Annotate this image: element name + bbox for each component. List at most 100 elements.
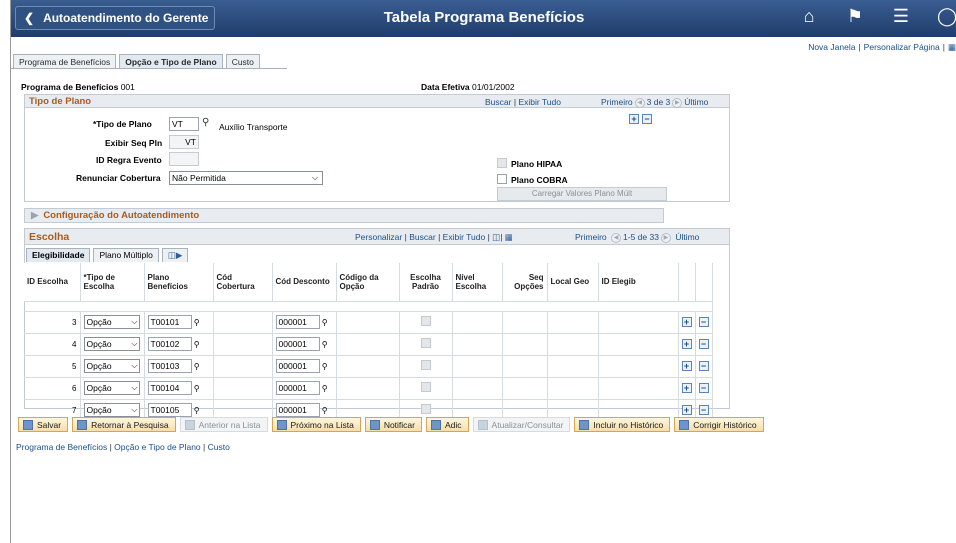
last-link[interactable]: Último — [675, 232, 699, 242]
tab-cost[interactable]: Custo — [225, 54, 260, 69]
update-display-button[interactable]: Atualizar/Consultar — [472, 417, 571, 432]
tab-eligibility[interactable]: Elegibilidade — [26, 248, 91, 262]
view-all-link[interactable]: Exibir Tudo — [518, 97, 561, 107]
add-row-icon[interactable]: + — [681, 383, 692, 393]
default-choice-cell — [399, 376, 453, 399]
lookup-icon[interactable]: ⚲ — [194, 406, 200, 415]
lookup-icon[interactable]: ⚲ — [194, 362, 200, 371]
view-all-link[interactable]: Exibir Tudo — [443, 232, 486, 242]
lookup-icon[interactable]: ⚲ — [322, 406, 328, 415]
tab-option-plan-type[interactable]: Opção e Tipo de Plano — [119, 54, 223, 69]
choice-type-select[interactable]: Opção ⌵ — [83, 359, 140, 373]
lookup-icon[interactable]: ⚲ — [322, 340, 328, 349]
add-row-icon[interactable]: + — [681, 339, 692, 349]
deduction-code-input[interactable]: 000001 — [275, 381, 320, 395]
benefit-plan-input[interactable]: T00104 — [147, 381, 192, 395]
bottom-link-benefit-program[interactable]: Programa de Benefícios — [16, 442, 107, 452]
bottom-link-cost[interactable]: Custo — [208, 442, 230, 452]
pager-count: 3 de 3 — [646, 97, 671, 107]
add-row-icon[interactable]: + — [681, 405, 692, 416]
config-section[interactable]: ▶ Configuração do Autoatendimento — [24, 208, 664, 223]
option-code-cell — [336, 310, 400, 333]
delete-row-icon[interactable]: − — [698, 405, 709, 416]
lookup-icon[interactable]: ⚲ — [322, 384, 328, 393]
next-in-list-button[interactable]: Próximo na Lista — [271, 417, 361, 432]
delete-row-icon[interactable]: − — [698, 383, 709, 393]
hipaa-checkbox[interactable] — [497, 158, 507, 168]
menu-icon[interactable]: ☰ — [891, 6, 911, 27]
lookup-icon[interactable]: ⚲ — [194, 318, 200, 327]
download-icon[interactable]: ▦ — [505, 232, 513, 242]
tab-benefit-program[interactable]: Programa de Benefícios — [13, 54, 117, 69]
flag-icon[interactable]: ⚑ — [845, 6, 865, 27]
benefit-plan-cell: T00103 ⚲ — [144, 354, 214, 377]
benefit-plan-input[interactable]: T00102 — [147, 337, 192, 351]
load-multi-plan-button[interactable]: Carregar Valores Plano Múlt — [497, 187, 667, 201]
default-choice-checkbox[interactable] — [420, 316, 431, 326]
save-button[interactable]: Salvar — [18, 417, 69, 432]
compass-icon[interactable]: ◯ — [937, 6, 956, 27]
delete-row-icon[interactable]: − — [698, 361, 709, 371]
default-choice-checkbox[interactable] — [420, 338, 431, 348]
deduction-code-input[interactable]: 000001 — [275, 337, 320, 351]
delete-row-icon[interactable]: − — [698, 339, 709, 349]
grid-icon[interactable]: ▦ — [948, 42, 956, 52]
personalize-link[interactable]: Personalizar — [355, 232, 402, 242]
notify-button[interactable]: Notificar — [364, 417, 422, 432]
deduction-code-cell: 000001 ⚲ — [272, 310, 337, 333]
benefit-plan-cell: T00102 ⚲ — [144, 332, 214, 355]
lookup-icon[interactable]: ⚲ — [194, 384, 200, 393]
deduction-code-input[interactable]: 000001 — [275, 403, 320, 418]
add-button[interactable]: Adic — [426, 417, 469, 432]
waive-select[interactable]: Não Permitida ⌵ — [169, 171, 323, 185]
add-row-icon[interactable]: + — [681, 361, 692, 371]
last-link[interactable]: Último — [684, 97, 708, 107]
col-option-code: Código da Opção — [336, 263, 400, 301]
plan-type-input[interactable]: VT — [169, 117, 199, 131]
choice-type-cell: Opção ⌵ — [80, 376, 145, 399]
benefit-plan-input[interactable]: T00103 — [147, 359, 192, 373]
deduction-code-input[interactable]: 000001 — [275, 359, 320, 373]
benefit-plan-input[interactable]: T00105 — [147, 403, 192, 418]
include-history-button[interactable]: Incluir no Histórico — [574, 417, 671, 432]
bottom-link-option-plan-type[interactable]: Opção e Tipo de Plano — [114, 442, 200, 452]
choice-type-select[interactable]: Opção ⌵ — [83, 403, 140, 418]
personalize-page-link[interactable]: Personalizar Página — [864, 42, 940, 52]
default-choice-checkbox[interactable] — [420, 360, 431, 370]
plan-type-label: *Tipo de Plano — [93, 119, 152, 129]
first-link[interactable]: Primeiro — [601, 97, 633, 107]
choice-type-select[interactable]: Opção ⌵ — [83, 315, 140, 329]
prev-icon[interactable]: ◀ — [611, 232, 622, 243]
show-all-columns-icon[interactable]: ◫▶ — [161, 248, 189, 262]
next-icon[interactable]: ▶ — [672, 97, 683, 108]
benefit-plan-input[interactable]: T00101 — [147, 315, 192, 329]
deduction-code-input[interactable]: 000001 — [275, 315, 320, 329]
zoom-icon[interactable]: ◫ — [492, 232, 500, 242]
choice-type-select[interactable]: Opção ⌵ — [83, 337, 140, 351]
lookup-icon[interactable]: ⚲ — [322, 318, 328, 327]
lookup-icon[interactable]: ⚲ — [194, 340, 200, 349]
delete-row-icon[interactable]: − — [698, 317, 709, 327]
add-row-icon[interactable]: + — [629, 114, 639, 124]
return-to-search-button[interactable]: Retornar à Pesquisa — [72, 417, 176, 432]
search-link[interactable]: Buscar — [485, 97, 511, 107]
previous-in-list-button[interactable]: Anterior na Lista — [179, 417, 268, 432]
add-row-icon[interactable]: + — [681, 317, 692, 327]
choice-type-select[interactable]: Opção ⌵ — [83, 381, 140, 395]
table-row: 5 Opção ⌵ T00103 ⚲ 000001 ⚲ + − — [24, 354, 713, 377]
correct-history-button[interactable]: Corrigir Histórico — [674, 417, 764, 432]
default-choice-checkbox[interactable] — [420, 382, 431, 392]
search-link[interactable]: Buscar — [409, 232, 435, 242]
next-icon[interactable]: ▶ — [660, 232, 671, 243]
delete-row-icon[interactable]: − — [642, 114, 652, 124]
new-window-link[interactable]: Nova Janela — [808, 42, 855, 52]
lookup-icon[interactable]: ⚲ — [322, 362, 328, 371]
lookup-icon[interactable]: ⚲ — [202, 117, 209, 128]
default-choice-checkbox[interactable] — [420, 404, 431, 415]
home-icon[interactable]: ⌂ — [799, 6, 819, 27]
first-link[interactable]: Primeiro — [575, 232, 607, 242]
cobra-checkbox[interactable] — [497, 174, 507, 184]
tab-multi-plan[interactable]: Plano Múltiplo — [93, 248, 159, 262]
option-code-cell — [336, 376, 400, 399]
prev-icon[interactable]: ◀ — [634, 97, 645, 108]
